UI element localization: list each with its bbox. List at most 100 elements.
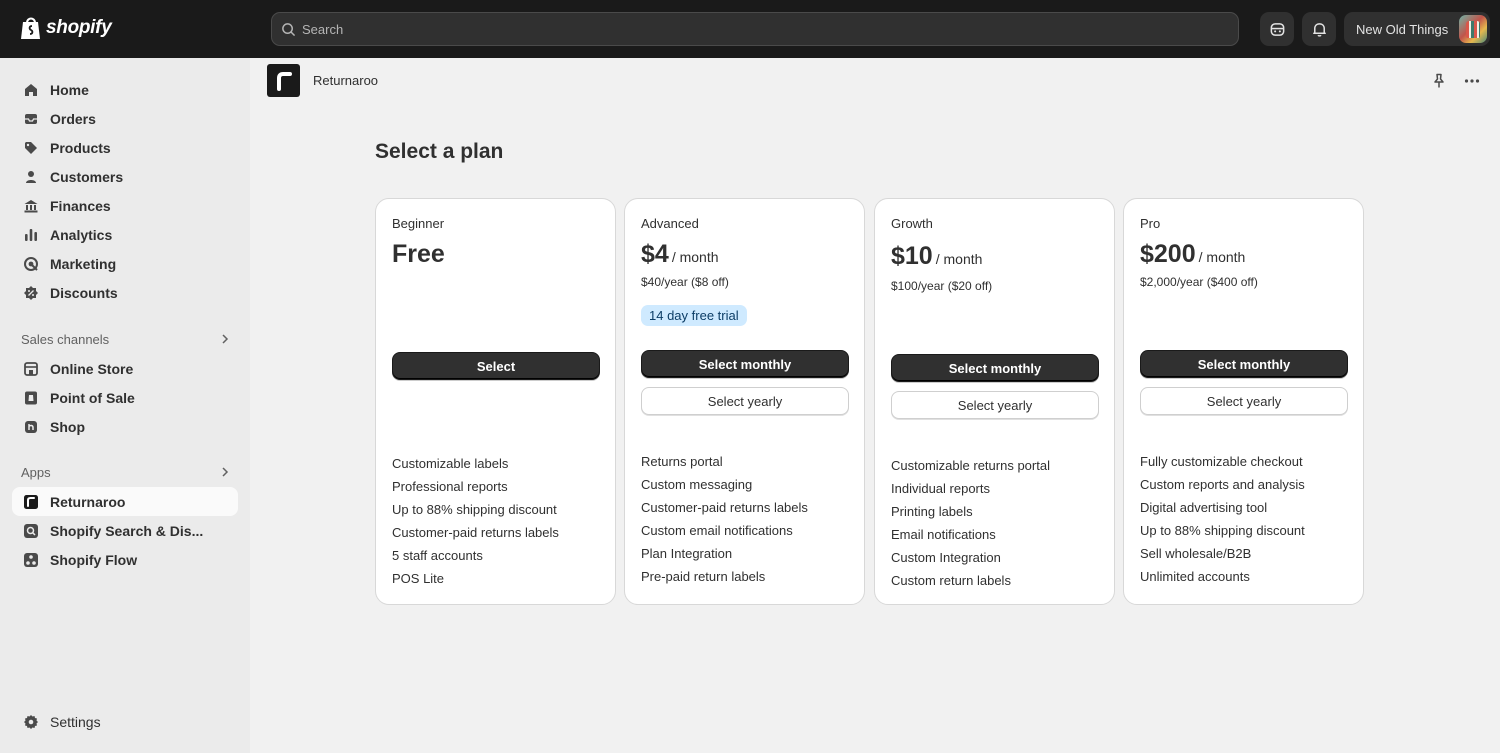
- sidebar-item-point-of-sale[interactable]: Point of Sale: [12, 383, 238, 412]
- sidebar-item-label: Products: [50, 139, 111, 156]
- select-monthly-button[interactable]: Select monthly: [641, 350, 849, 378]
- feature-list: Customizable labels Professional reports…: [392, 452, 559, 590]
- list-item: Customer-paid returns labels: [641, 500, 808, 515]
- flow-icon: [24, 552, 38, 567]
- list-item: Returns portal: [641, 454, 723, 469]
- app-title: Returnaroo: [313, 73, 379, 88]
- tag-icon: [25, 141, 37, 154]
- sidebar-item-shopify-flow[interactable]: Shopify Flow: [12, 545, 238, 574]
- sidekick-button[interactable]: [1260, 12, 1294, 46]
- sidebar-item-label: Shopify Flow: [50, 551, 138, 568]
- sidebar-item-discounts[interactable]: Discounts: [12, 278, 238, 307]
- sidebar-item-products[interactable]: Products: [12, 133, 238, 162]
- list-item: 5 staff accounts: [392, 548, 483, 563]
- yearly-price-note: $2,000/year ($400 off): [1140, 275, 1258, 289]
- select-yearly-button[interactable]: Select yearly: [641, 387, 849, 415]
- store-menu-button[interactable]: New Old Things: [1344, 12, 1490, 46]
- list-item: Custom Integration: [891, 550, 1001, 565]
- logo-text: shopify: [46, 17, 112, 38]
- sidebar-item-label: Point of Sale: [50, 389, 135, 406]
- bell-icon: [1312, 22, 1326, 37]
- search-bar[interactable]: [271, 12, 1239, 46]
- sidebar-item-shopify-search[interactable]: Shopify Search & Dis...: [12, 516, 238, 545]
- sidebar-item-label: Online Store: [50, 360, 134, 377]
- sidebar-item-label: Returnaroo: [50, 493, 126, 510]
- yearly-price-note: $40/year ($8 off): [641, 275, 729, 289]
- sidebar-item-finances[interactable]: Finances: [12, 191, 238, 220]
- notifications-button[interactable]: [1302, 12, 1336, 46]
- select-yearly-button[interactable]: Select yearly: [1140, 387, 1348, 415]
- list-item: Professional reports: [392, 479, 508, 494]
- list-item: Digital advertising tool: [1140, 500, 1268, 515]
- plan-price: $4/ month: [641, 240, 719, 269]
- feature-list: Fully customizable checkout Custom repor…: [1140, 450, 1305, 588]
- bank-icon: [24, 199, 38, 212]
- sales-channels-header[interactable]: Sales channels: [21, 329, 231, 349]
- sidebar-item-marketing[interactable]: Marketing: [12, 249, 238, 278]
- select-monthly-button[interactable]: Select monthly: [891, 354, 1099, 382]
- sidebar-item-online-store[interactable]: Online Store: [12, 354, 238, 383]
- plan-card-pro: Pro $200/ month $2,000/year ($400 off) S…: [1123, 198, 1364, 605]
- list-item: Up to 88% shipping discount: [1140, 523, 1305, 538]
- store-name: New Old Things: [1356, 21, 1449, 37]
- page-title: Select a plan: [375, 140, 504, 163]
- list-item: Customizable returns portal: [891, 458, 1050, 473]
- plan-name: Beginner: [392, 216, 445, 231]
- list-item: Customer-paid returns labels: [392, 525, 559, 540]
- list-item: Up to 88% shipping discount: [392, 502, 557, 517]
- gear-icon: [24, 714, 38, 729]
- sidebar-item-customers[interactable]: Customers: [12, 162, 238, 191]
- chevron-right-icon: [222, 334, 229, 344]
- search-input[interactable]: [302, 21, 1202, 37]
- sidebar-item-label: Orders: [50, 110, 96, 127]
- plan-name: Growth: [891, 216, 933, 231]
- sidebar-item-returnaroo[interactable]: Returnaroo: [12, 487, 238, 516]
- sidebar-item-shop[interactable]: Shop: [12, 412, 238, 441]
- search-icon: [282, 22, 295, 36]
- target-icon: [24, 256, 38, 271]
- app-header: Returnaroo: [250, 58, 1500, 104]
- returnaroo-icon: [24, 494, 38, 509]
- sidebar-item-label: Shop: [50, 418, 85, 435]
- sidebar-item-label: Customers: [50, 168, 124, 185]
- list-item: Printing labels: [891, 504, 973, 519]
- select-yearly-button[interactable]: Select yearly: [891, 391, 1099, 419]
- sidebar-item-label: Home: [50, 81, 89, 98]
- search-app-icon: [24, 523, 38, 538]
- pin-icon[interactable]: [1430, 72, 1448, 90]
- list-item: Unlimited accounts: [1140, 569, 1250, 584]
- plan-card-advanced: Advanced $4/ month $40/year ($8 off) 14 …: [624, 198, 865, 605]
- list-item: Plan Integration: [641, 546, 733, 561]
- plan-name: Advanced: [641, 216, 699, 231]
- sidebar-item-analytics[interactable]: Analytics: [12, 220, 238, 249]
- list-item: Individual reports: [891, 481, 990, 496]
- sidebar-item-orders[interactable]: Orders: [12, 104, 238, 133]
- sidebar-item-home[interactable]: Home: [12, 75, 238, 104]
- sidebar-item-label: Discounts: [50, 284, 118, 301]
- list-item: Email notifications: [891, 527, 996, 542]
- discount-icon: [24, 285, 38, 300]
- sidebar-item-label: Settings: [50, 713, 101, 730]
- more-actions-icon[interactable]: [1463, 72, 1481, 90]
- price-period: / month: [671, 249, 719, 265]
- store-icon: [24, 361, 38, 376]
- price-period: / month: [1198, 249, 1246, 265]
- store-avatar: [1459, 15, 1487, 43]
- price-amount: $4: [641, 240, 669, 268]
- home-icon: [25, 83, 37, 96]
- sidekick-icon: [1270, 22, 1284, 36]
- plan-card-growth: Growth $10/ month $100/year ($20 off) Se…: [874, 198, 1115, 605]
- shop-icon: [25, 420, 37, 433]
- shopify-logo[interactable]: shopify: [20, 15, 112, 41]
- feature-list: Returns portal Custom messaging Customer…: [641, 450, 808, 588]
- list-item: Custom reports and analysis: [1140, 477, 1305, 492]
- apps-header[interactable]: Apps: [21, 462, 231, 482]
- sidebar-item-settings[interactable]: Settings: [12, 707, 238, 736]
- inbox-icon: [25, 113, 37, 124]
- returnaroo-logo-icon: [267, 64, 300, 97]
- select-button[interactable]: Select: [392, 352, 600, 380]
- select-monthly-button[interactable]: Select monthly: [1140, 350, 1348, 378]
- list-item: Custom messaging: [641, 477, 753, 492]
- bar-chart-icon: [25, 228, 37, 241]
- shopify-bag-icon: [21, 17, 40, 39]
